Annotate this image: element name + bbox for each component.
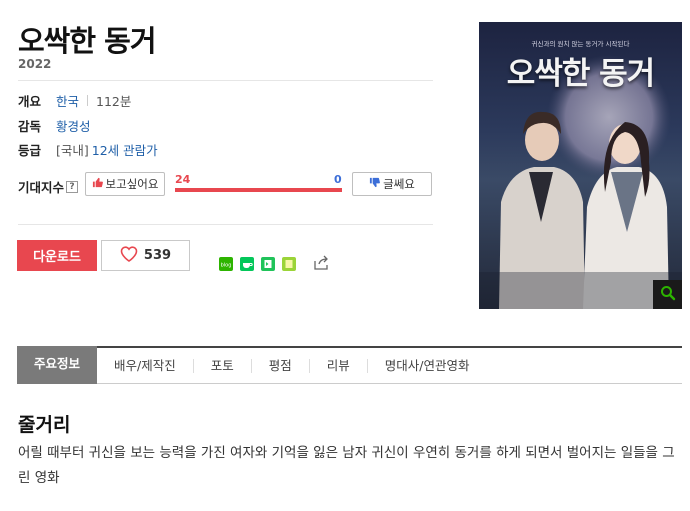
blog-share-icon[interactable]: blog <box>219 256 233 271</box>
separator <box>87 95 89 106</box>
meh-count: 0 <box>334 173 342 186</box>
thumbs-up-icon <box>92 177 103 191</box>
poster-title: 오싹한 동거 <box>506 56 655 92</box>
svg-text:blog: blog <box>221 263 232 269</box>
overview-label: 개요 <box>18 94 42 109</box>
expectation-gauge-fill <box>175 188 342 192</box>
expectation-label: 기대지수 <box>18 180 65 195</box>
download-button[interactable]: 다운로드 <box>17 240 97 271</box>
runtime: 112분 <box>96 94 132 109</box>
want-to-see-button[interactable]: 보고싶어요 <box>85 172 165 196</box>
expectation-gauge <box>175 188 342 192</box>
band-share-icon[interactable] <box>261 256 275 271</box>
tab-review[interactable]: 리뷰 <box>308 358 367 373</box>
poster-tagline: 귀신과의 원치 않는 동거가 시작된다 <box>531 40 630 48</box>
synopsis-heading: 줄거리 <box>18 414 71 436</box>
rating-prefix: [국내] <box>56 143 89 158</box>
release-year: 2022 <box>18 57 52 71</box>
divider <box>18 224 433 225</box>
tab-rating[interactable]: 평점 <box>250 358 309 373</box>
overview-row: 개요 한국 112분 <box>18 91 131 110</box>
rating-link[interactable]: 12세 관람가 <box>92 140 158 159</box>
share-icon[interactable] <box>313 254 330 275</box>
cafe-share-icon[interactable] <box>240 256 254 271</box>
director-link[interactable]: 황경성 <box>56 116 91 135</box>
tab-photo[interactable]: 포토 <box>192 358 251 373</box>
tab-bar: 주요정보 배우/제작진 포토 평점 리뷰 명대사/연관영화 <box>17 345 682 384</box>
director-label: 감독 <box>18 119 42 134</box>
magnifier-icon <box>660 285 676 305</box>
country-link[interactable]: 한국 <box>56 91 79 110</box>
rating-label: 등급 <box>18 143 42 158</box>
heart-icon <box>120 245 138 266</box>
want-label: 보고싶어요 <box>105 177 159 191</box>
like-count: 539 <box>143 248 172 263</box>
help-icon[interactable]: ? <box>66 180 79 193</box>
like-button[interactable]: 539 <box>101 240 190 271</box>
zoom-button[interactable] <box>653 280 682 309</box>
tab-cast-crew[interactable]: 배우/제작진 <box>97 358 193 373</box>
want-count: 24 <box>175 173 191 186</box>
director-row: 감독 황경성 <box>18 116 91 135</box>
divider <box>18 80 433 81</box>
tab-quotes-related[interactable]: 명대사/연관영화 <box>366 358 487 373</box>
meh-label: 글쎄요 <box>383 177 415 191</box>
thumbs-down-icon <box>369 177 381 191</box>
meh-button[interactable]: 글쎄요 <box>352 172 432 196</box>
page-title: 오싹한 동거 <box>18 24 156 58</box>
movie-poster[interactable]: 귀신과의 원치 않는 동거가 시작된다 오싹한 동거 <box>479 22 682 309</box>
expectation-label-wrap: 기대지수 ? <box>18 177 79 196</box>
synopsis-text: 어릴 때부터 귀신을 보는 능력을 가진 여자와 기억을 잃은 남자 귀신이 우… <box>18 445 675 486</box>
memo-share-icon[interactable] <box>282 256 296 271</box>
rating-row: 등급 [국내] 12세 관람가 <box>18 140 158 159</box>
tab-main-info[interactable]: 주요정보 <box>17 345 98 384</box>
